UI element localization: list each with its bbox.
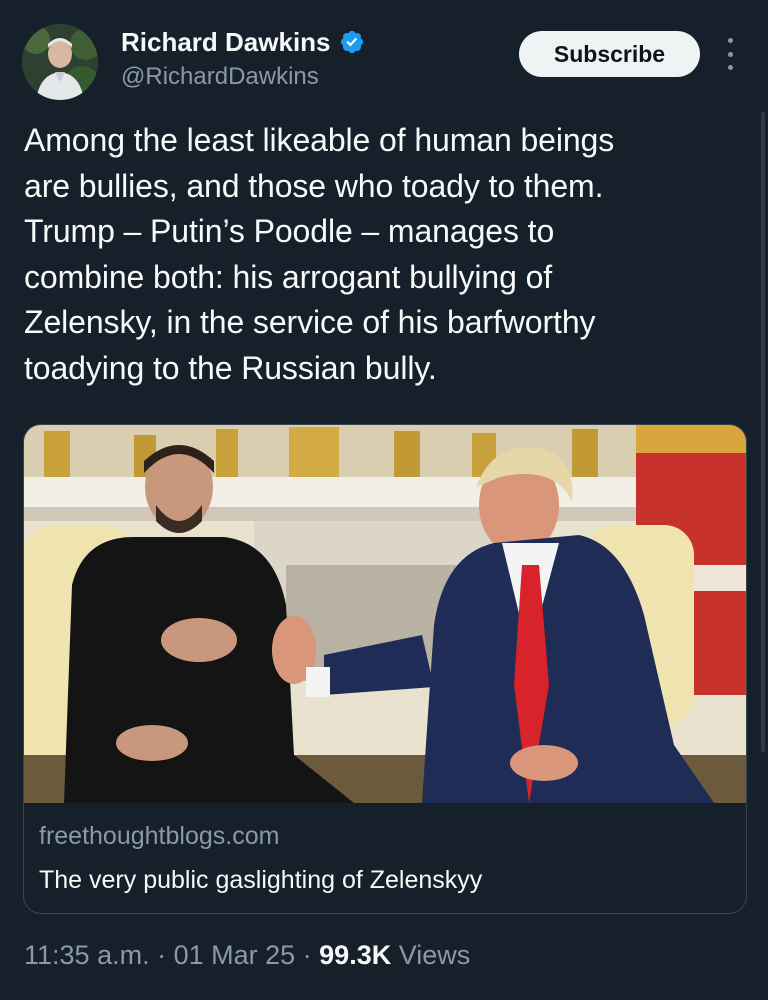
more-vertical-icon[interactable] — [720, 38, 740, 70]
views-count: 99.3K — [319, 940, 392, 970]
more-dot — [727, 51, 733, 57]
tweet-text: Among the least likeable of human beings… — [24, 122, 615, 386]
link-card[interactable]: freethoughtblogs.com The very public gas… — [23, 424, 747, 914]
views-label: Views — [391, 940, 471, 970]
avatar[interactable] — [22, 24, 98, 100]
tweet: Richard Dawkins @RichardDawkins Subscrib… — [0, 0, 768, 1000]
link-card-title: The very public gaslighting of Zelenskyy — [39, 866, 483, 894]
link-card-image — [24, 425, 746, 803]
tweet-time[interactable]: 11:35 a.m. — [24, 940, 150, 971]
more-dot — [727, 65, 733, 70]
meta-separator: · — [149, 940, 174, 970]
more-dot — [727, 38, 733, 43]
tweet-metadata: 11:35 a.m. · 01 Mar 25 · 99.3K Views — [24, 940, 470, 971]
avatar-photo — [22, 24, 98, 100]
scrollbar[interactable] — [761, 112, 765, 752]
meta-separator: · — [295, 940, 320, 970]
subscribe-button[interactable]: Subscribe — [519, 31, 700, 77]
author-name-row: Richard Dawkins — [121, 27, 365, 57]
tweet-date[interactable]: 01 Mar 25 — [174, 940, 296, 971]
author-handle[interactable]: @RichardDawkins — [121, 62, 319, 92]
author-display-name[interactable]: Richard Dawkins — [121, 27, 331, 57]
verified-badge-icon — [340, 30, 363, 54]
link-card-domain: freethoughtblogs.com — [39, 822, 280, 850]
